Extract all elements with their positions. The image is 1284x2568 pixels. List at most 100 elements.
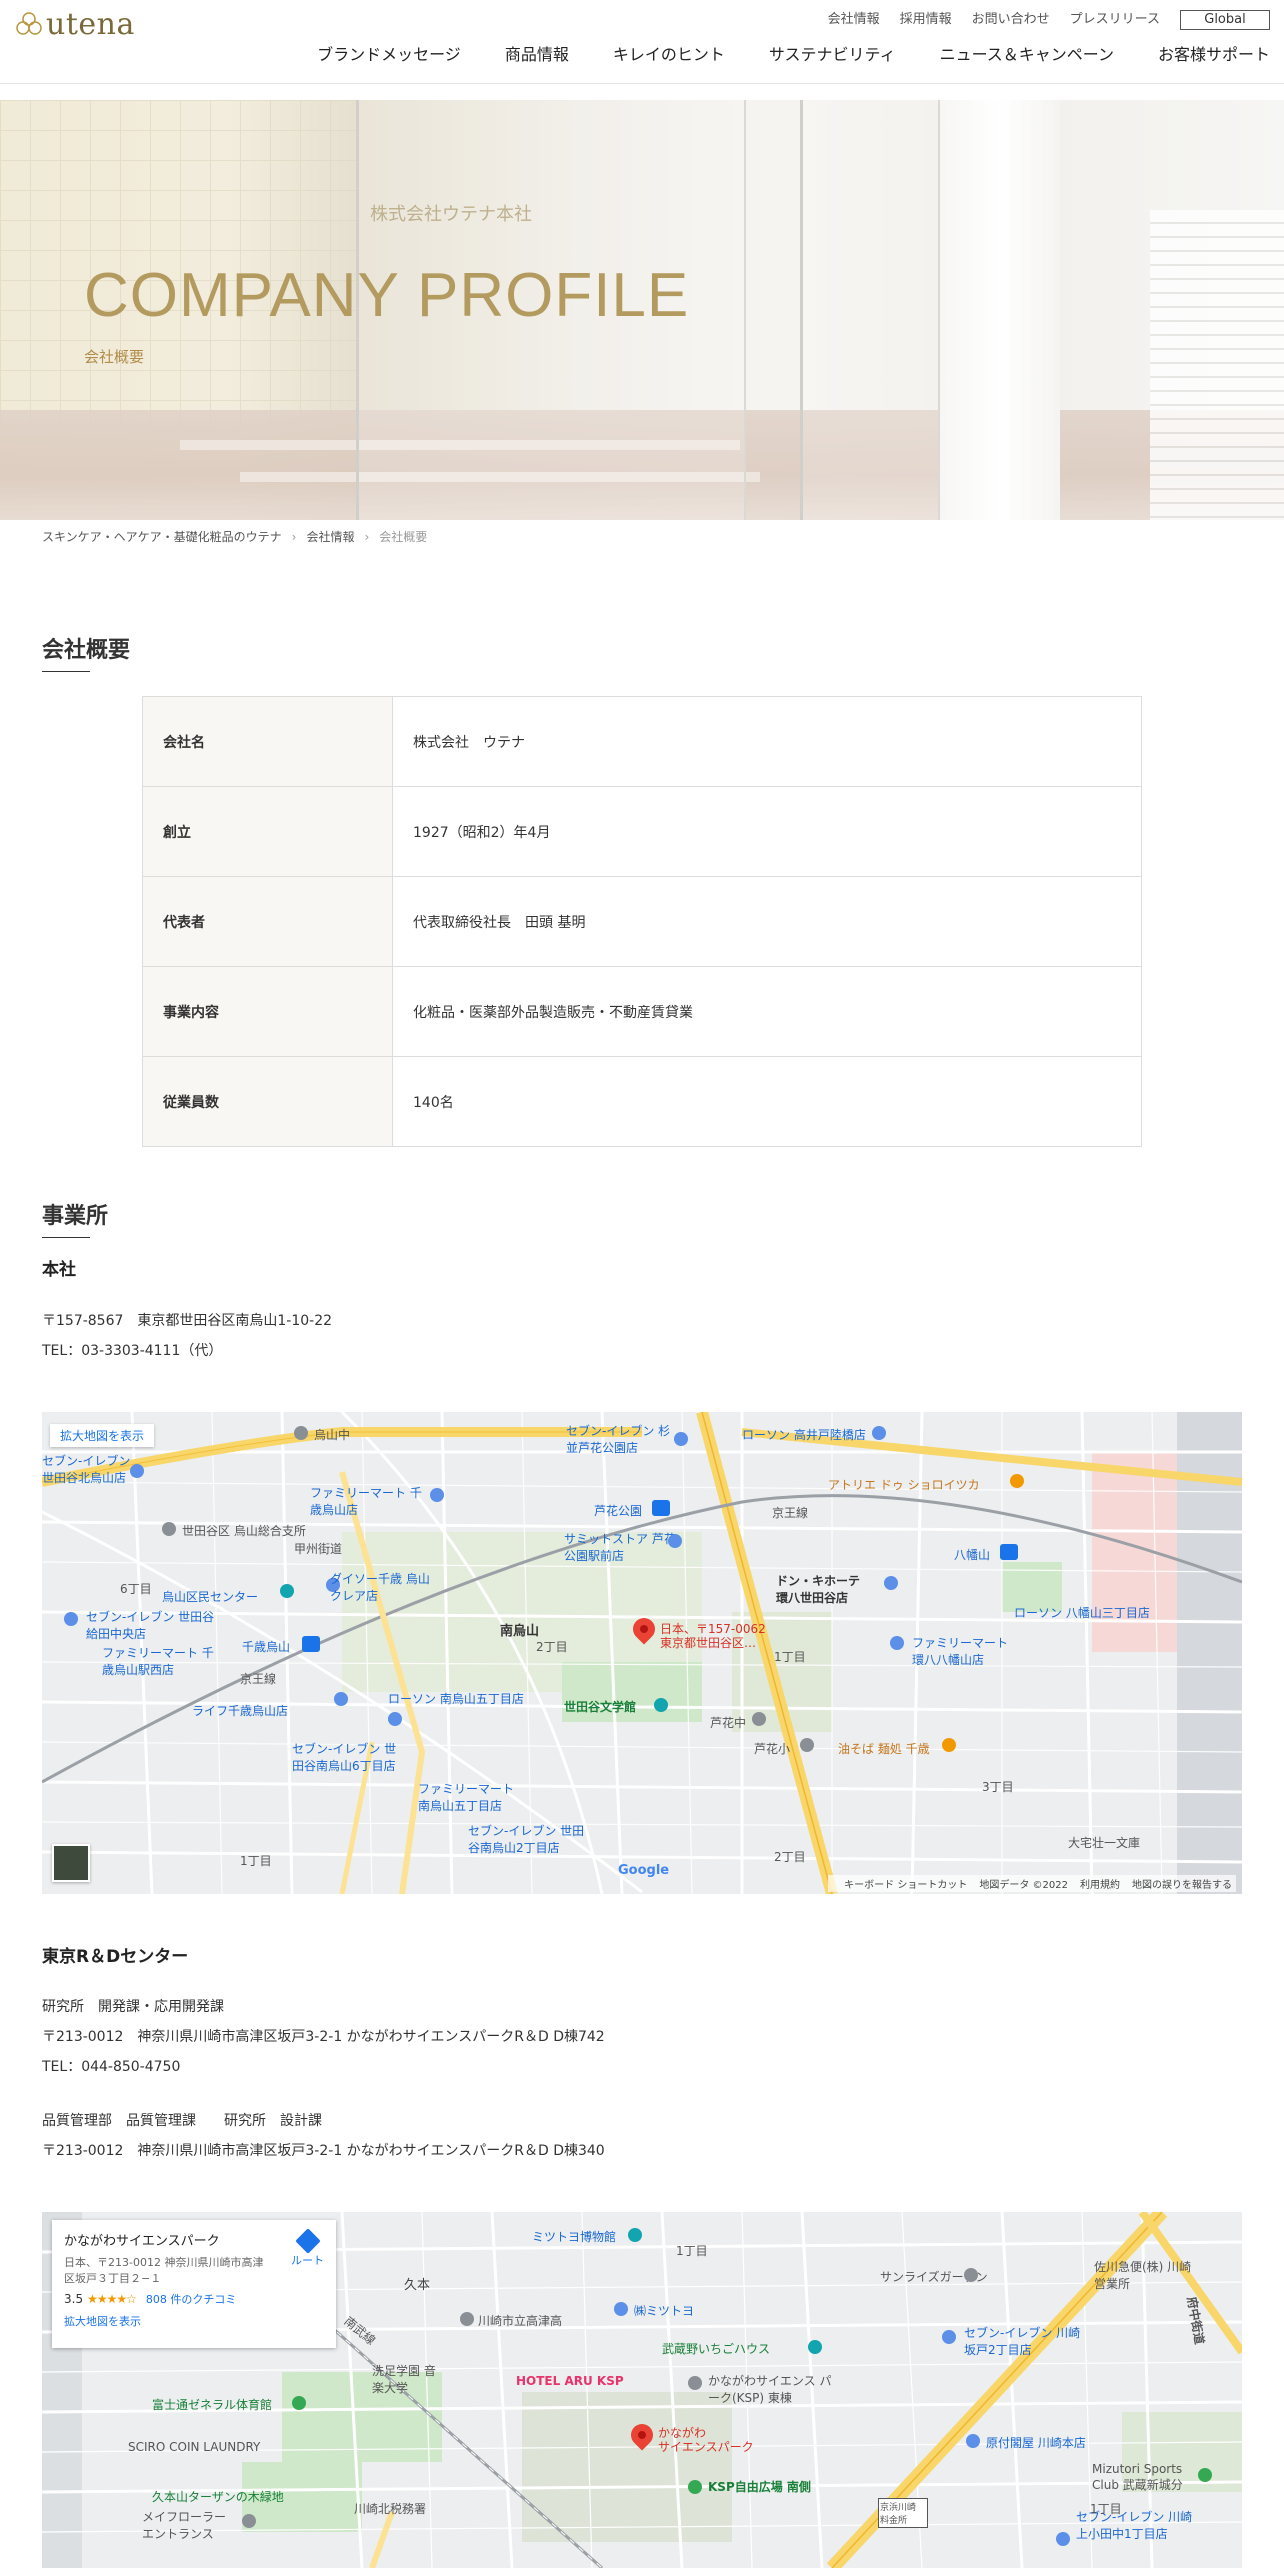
nav-beauty-tips[interactable]: キレイのヒント: [613, 44, 725, 66]
map-label: セブン-イレブン 世田谷南烏山2丁目店: [468, 1824, 585, 1855]
utena-logo[interactable]: utena: [14, 10, 135, 40]
nav-customer-support[interactable]: お客様サポート: [1158, 44, 1270, 66]
map-label: 油そば 麺処 千歳: [838, 1742, 930, 1756]
map-label: 川崎市立高津高: [478, 2314, 563, 2328]
store-icon: [430, 1488, 444, 1502]
table-row: 事業内容 化粧品・医薬部外品製造販売・不動産賃貸業: [142, 966, 1142, 1057]
util-link-recruit[interactable]: 採用情報: [900, 10, 952, 30]
rd-dept2: 品質管理部 品質管理課 研究所 設計課: [42, 2113, 322, 2129]
map-label: Mizutori Sports Club 武蔵新城分: [1092, 2462, 1183, 2492]
map-terms-link[interactable]: 利用規約: [1080, 1876, 1120, 1891]
map-label: 6丁目: [120, 1582, 152, 1596]
breadcrumb-home[interactable]: スキンケア・ヘアケア・基礎化粧品のウテナ: [42, 528, 282, 545]
store-icon: [890, 1636, 904, 1650]
map-label: KSP自由広場 南側: [708, 2480, 811, 2494]
store-icon: [808, 2340, 822, 2354]
nav-brand-message[interactable]: ブランドメッセージ: [317, 44, 461, 66]
reviews-link[interactable]: 808 件のクチコミ: [146, 2291, 237, 2307]
rd-center-title: 東京R＆Dセンター: [42, 1947, 189, 1967]
map-label: ファミリーマート 千歳烏山店: [310, 1486, 422, 1517]
table-row: 創立 1927（昭和2）年4月: [142, 786, 1142, 877]
map-label: 千歳烏山: [242, 1640, 291, 1654]
train-station-icon: [652, 1500, 670, 1516]
map-label: ローソン 八幡山三丁目店: [1014, 1606, 1150, 1620]
directions-button[interactable]: ルート: [291, 2228, 324, 2268]
map-label: 烏山中: [314, 1428, 351, 1442]
store-icon: [388, 1712, 402, 1726]
util-link-company[interactable]: 会社情報: [828, 10, 880, 30]
satellite-toggle[interactable]: [52, 1844, 90, 1882]
store-icon: [64, 1612, 78, 1626]
global-button[interactable]: Global: [1180, 10, 1270, 30]
logo-wordmark: utena: [46, 7, 135, 42]
rating-score: 3.5: [64, 2292, 84, 2306]
place-info-card: かながわサイエンスパーク 日本、〒213-0012 神奈川県川崎市高津区坂戸３丁…: [52, 2220, 336, 2348]
map-label: メイフローラー エントランス: [142, 2510, 227, 2541]
main-nav: ブランドメッセージ 商品情報 キレイのヒント サステナビリティ ニュース＆キャン…: [273, 44, 1270, 66]
map-label: 京浜川崎 料金所: [878, 2498, 928, 2528]
row-value-representative: 代表取締役社長 田頭 基明: [392, 876, 1142, 967]
map-label: セブン-イレブン 杉並芦花公園店: [566, 1424, 671, 1455]
train-station-icon: [302, 1636, 320, 1652]
map-label: 武蔵野いちごハウス: [662, 2342, 771, 2356]
hero-banner: 株式会社ウテナ本社 COMPANY PROFILE 会社概要: [0, 100, 1284, 520]
profile-section-title: 会社概要: [42, 632, 130, 672]
map-enlarge-button[interactable]: 拡大地図を表示: [50, 1424, 155, 1447]
store-icon: [674, 1432, 688, 1446]
row-label-founded: 創立: [142, 786, 393, 877]
map-label: アトリエ ドゥ ショロイツカ: [828, 1478, 980, 1492]
map-label: 烏山区民センター: [162, 1590, 259, 1604]
restaurant-icon: [1010, 1474, 1024, 1488]
hq-map[interactable]: 拡大地図を表示 烏山中 セブン-イレブン 世田谷北烏山店 ファミリーマート 千歳…: [42, 1412, 1242, 1894]
nav-news-campaign[interactable]: ニュース＆キャンペーン: [940, 44, 1114, 66]
breadcrumb-company[interactable]: 会社情報: [306, 528, 354, 545]
util-link-contact[interactable]: お問い合わせ: [972, 10, 1050, 30]
school-icon: [800, 1738, 814, 1752]
map-report-error-link[interactable]: 地図の誤りを報告する: [1132, 1876, 1232, 1891]
map-label: ローソン 南烏山五丁目店: [388, 1692, 524, 1706]
hq-title: 本社: [42, 1260, 76, 1280]
table-row: 会社名 株式会社 ウテナ: [142, 696, 1142, 787]
map-label: SCIRO COIN LAUNDRY: [128, 2440, 261, 2454]
map-label: セブン-イレブン 世田谷北烏山店: [42, 1454, 131, 1485]
rd-tel: TEL：044-850-4750: [42, 2059, 181, 2075]
rating-stars-icon: ★★★★☆: [87, 2292, 137, 2306]
table-row: 代表者 代表取締役社長 田頭 基明: [142, 876, 1142, 967]
map-label: 1丁目: [1090, 2502, 1122, 2516]
row-label-employees: 従業員数: [142, 1056, 393, 1147]
map-enlarge-link[interactable]: 拡大地図を表示: [64, 2313, 324, 2329]
map-label: 2丁目: [536, 1640, 568, 1654]
train-station-icon: [1000, 1544, 1018, 1560]
map-label: 2丁目: [774, 1850, 806, 1864]
map-label: ファミリーマート 南烏山五丁目店: [418, 1782, 515, 1813]
pin-label-line2: サイエンスパーク: [658, 2440, 754, 2454]
map-area-label: 久本: [404, 2278, 431, 2293]
place-rating: 3.5 ★★★★☆ 808 件のクチコミ: [64, 2291, 324, 2307]
map-label: ファミリーマート 千歳烏山駅西店: [102, 1646, 214, 1677]
map-label: ライフ千歳烏山店: [192, 1704, 289, 1718]
map-label: 芦花中: [710, 1716, 747, 1730]
utility-nav: 会社情報 採用情報 お問い合わせ プレスリリース Global: [828, 10, 1284, 30]
nav-sustainability[interactable]: サステナビリティ: [769, 44, 896, 66]
map-data-credit: 地図データ ©2022: [979, 1880, 1068, 1891]
map-label: 大宅壮一文庫: [1068, 1836, 1141, 1850]
building-icon: [964, 2268, 978, 2282]
profile-table: 会社名 株式会社 ウテナ 創立 1927（昭和2）年4月 代表者 代表取締役社長…: [142, 696, 1142, 1147]
map-label: 八幡山: [954, 1548, 991, 1562]
map-label: 芦花公園: [594, 1504, 643, 1518]
pin-label-line2: 東京都世田谷区…: [660, 1636, 757, 1650]
breadcrumb-chevron-icon: ›: [364, 529, 370, 544]
map-label: ㈱ミツトヨ: [634, 2304, 695, 2318]
map-label: ファミリーマート 環八八幡山店: [912, 1636, 1009, 1667]
map-keyboard-shortcuts[interactable]: キーボード ショートカット: [844, 1876, 967, 1891]
rd-address1: 〒213-0012 神奈川県川崎市高津区坂戸3-2-1 かながわサイエンスパーク…: [42, 2029, 605, 2045]
hero-subtitle: 会社概要: [84, 348, 145, 366]
nav-products[interactable]: 商品情報: [505, 44, 569, 66]
util-link-press[interactable]: プレスリリース: [1070, 10, 1160, 30]
breadcrumb: スキンケア・ヘアケア・基礎化粧品のウテナ › 会社情報 › 会社概要: [42, 528, 427, 545]
park-icon: [688, 2480, 702, 2494]
store-icon: [668, 1534, 682, 1548]
place-address: 日本、〒213-0012 神奈川県川崎市高津区坂戸３丁目２−１: [64, 2256, 264, 2285]
rd-map[interactable]: かながわサイエンスパーク 日本、〒213-0012 神奈川県川崎市高津区坂戸３丁…: [42, 2212, 1242, 2568]
table-row: 従業員数 140名: [142, 1056, 1142, 1147]
